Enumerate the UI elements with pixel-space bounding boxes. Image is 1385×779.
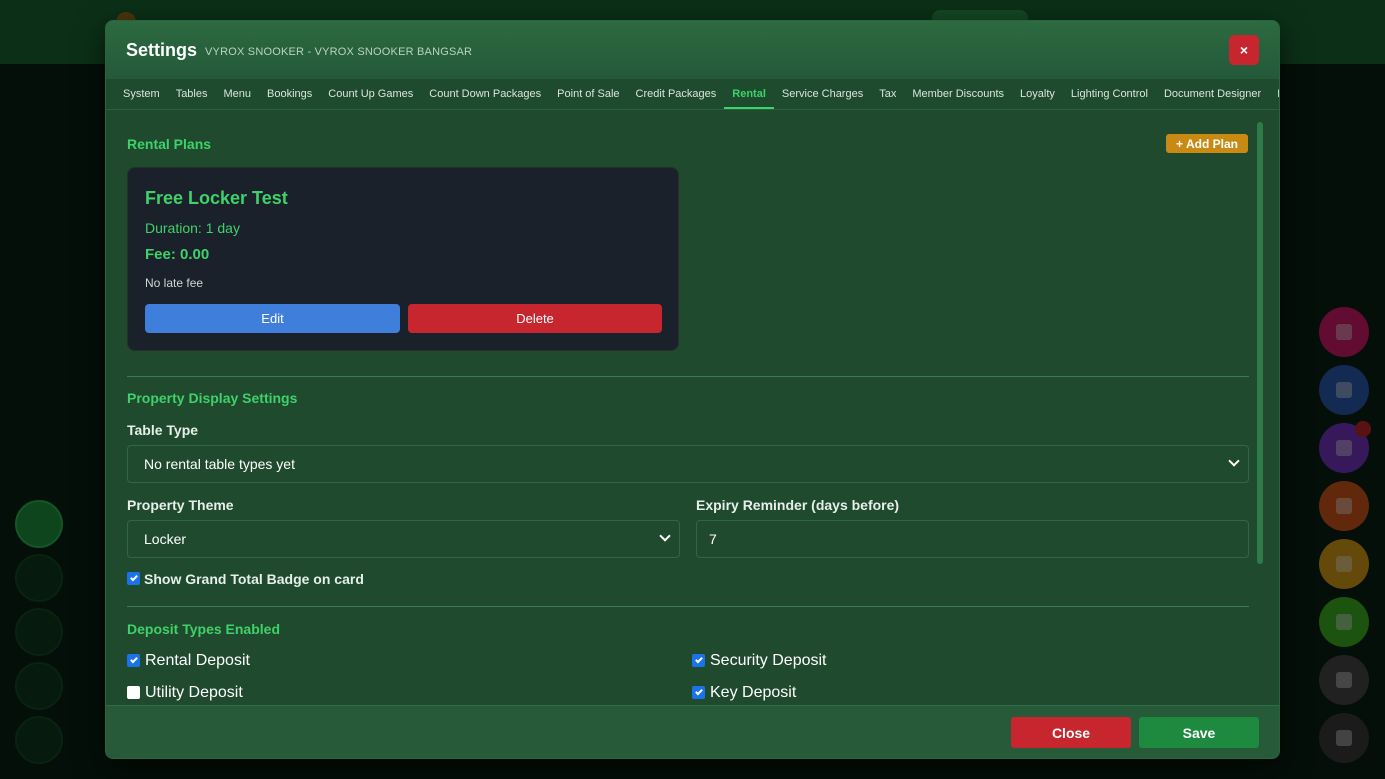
show-badge-checkbox[interactable] — [127, 572, 140, 585]
rental-deposit-label: Rental Deposit — [145, 652, 250, 669]
utility-deposit-label: Utility Deposit — [145, 684, 243, 701]
tab-point-of-sale[interactable]: Point of Sale — [549, 79, 627, 109]
tab-member-discounts[interactable]: Member Discounts — [904, 79, 1012, 109]
table-type-label: Table Type — [127, 422, 199, 438]
close-button[interactable]: Close — [1011, 717, 1131, 748]
tab-bookings[interactable]: Bookings — [259, 79, 320, 109]
property-theme-value: Locker — [144, 531, 187, 547]
security-deposit-checkbox[interactable] — [692, 654, 705, 667]
modal-title: Settings — [126, 39, 198, 60]
property-theme-select[interactable]: Locker — [127, 520, 680, 558]
tab-loyalty[interactable]: Loyalty — [1012, 79, 1063, 109]
expiry-reminder-label: Expiry Reminder (days before) — [696, 497, 900, 513]
tab-count-up-games[interactable]: Count Up Games — [320, 79, 421, 109]
delete-plan-button[interactable]: Delete — [408, 304, 662, 333]
key-deposit-checkbox[interactable] — [692, 686, 705, 699]
utility-deposit-checkbox[interactable] — [127, 686, 140, 699]
modal-subtitle: VYROX SNOOKER - VYROX SNOOKER BANGSAR — [205, 45, 473, 58]
tab-printers[interactable]: Printers — [1269, 79, 1279, 109]
tab-count-down-packages[interactable]: Count Down Packages — [421, 79, 549, 109]
chevron-down-icon — [1228, 455, 1240, 467]
table-type-value: No rental table types yet — [144, 456, 295, 472]
plan-name: Free Locker Test — [145, 188, 288, 208]
rental-plan-card: Free Locker Test Duration: 1 day Fee: 0.… — [127, 167, 679, 351]
edit-plan-button[interactable]: Edit — [145, 304, 400, 333]
rental-deposit-checkbox[interactable] — [127, 654, 140, 667]
plan-duration: Duration: 1 day — [145, 220, 240, 236]
save-button[interactable]: Save — [1139, 717, 1259, 748]
modal-footer: Close Save — [106, 705, 1279, 758]
security-deposit-label: Security Deposit — [710, 652, 827, 669]
close-icon[interactable]: × — [1229, 35, 1259, 65]
tab-lighting-control[interactable]: Lighting Control — [1063, 79, 1156, 109]
property-display-title: Property Display Settings — [127, 390, 298, 406]
expiry-reminder-input[interactable]: 7 — [696, 520, 1249, 558]
rental-settings-content: Rental Plans + Add Plan Free Locker Test… — [106, 110, 1279, 705]
modal-header: Settings VYROX SNOOKER - VYROX SNOOKER B… — [106, 21, 1279, 79]
tab-service-charges[interactable]: Service Charges — [774, 79, 871, 109]
tab-rental[interactable]: Rental — [724, 79, 774, 109]
rental-plans-title: Rental Plans — [127, 136, 212, 152]
section-divider — [127, 376, 1249, 377]
tab-tables[interactable]: Tables — [168, 79, 216, 109]
table-type-select[interactable]: No rental table types yet — [127, 445, 1249, 483]
settings-modal: Settings VYROX SNOOKER - VYROX SNOOKER B… — [105, 20, 1280, 759]
expiry-reminder-value: 7 — [709, 531, 717, 547]
key-deposit-label: Key Deposit — [710, 684, 797, 701]
tab-tax[interactable]: Tax — [871, 79, 904, 109]
add-plan-button[interactable]: + Add Plan — [1166, 134, 1248, 153]
deposit-types-title: Deposit Types Enabled — [127, 621, 280, 637]
tab-credit-packages[interactable]: Credit Packages — [628, 79, 725, 109]
tab-system[interactable]: System — [115, 79, 168, 109]
settings-tabs: System Tables Menu Bookings Count Up Gam… — [106, 79, 1279, 110]
tab-document-designer[interactable]: Document Designer — [1156, 79, 1269, 109]
section-divider — [127, 606, 1249, 607]
show-badge-label: Show Grand Total Badge on card — [144, 571, 364, 587]
chevron-down-icon — [659, 530, 671, 542]
plan-late-fee: No late fee — [145, 276, 204, 290]
tab-menu[interactable]: Menu — [215, 79, 259, 109]
plan-fee: Fee: 0.00 — [145, 246, 210, 263]
property-theme-label: Property Theme — [127, 497, 234, 513]
content-scrollbar[interactable] — [1257, 122, 1263, 564]
